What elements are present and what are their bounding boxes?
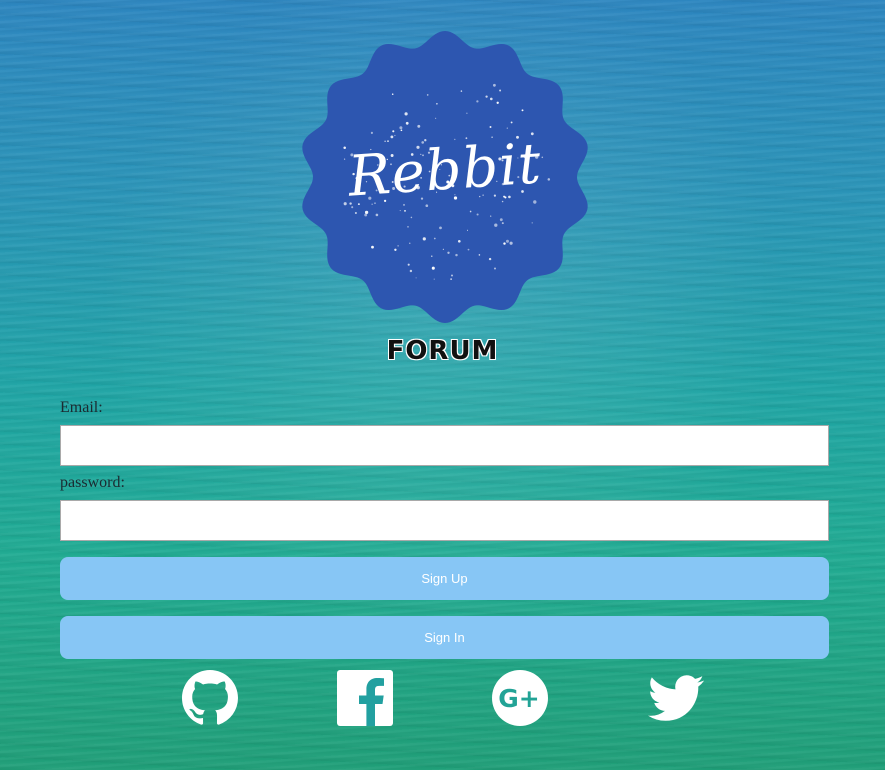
badge-speck: [392, 130, 395, 133]
badge-speck: [391, 93, 394, 95]
google-plus-icon[interactable]: G+: [492, 670, 548, 726]
badge-speck: [510, 121, 513, 124]
badge-speck: [478, 254, 481, 256]
badge-speck: [436, 103, 438, 105]
badge-speck: [407, 226, 409, 228]
badge-speck: [494, 223, 498, 227]
badge-speck: [407, 263, 410, 266]
badge-speck: [466, 229, 469, 231]
forum-subtitle: FORUM: [386, 336, 499, 366]
badge-speck: [409, 242, 411, 244]
badge-speck: [489, 97, 493, 101]
badge-speck: [485, 95, 488, 98]
badge-speck: [370, 131, 373, 134]
badge-speck: [425, 204, 429, 208]
badge-speck: [466, 112, 468, 114]
sign-up-button[interactable]: Sign Up: [60, 557, 829, 600]
sign-in-button[interactable]: Sign In: [60, 616, 829, 659]
badge-speck: [501, 200, 504, 203]
svg-text:G+: G+: [498, 684, 539, 713]
rebbit-logo: Rebbit: [298, 30, 592, 324]
badge-speck: [433, 278, 435, 280]
badge-speck: [375, 213, 379, 217]
badge-speck: [415, 277, 417, 279]
badge-speck: [531, 222, 533, 224]
password-label: password:: [60, 474, 125, 491]
badge-speck: [404, 210, 406, 212]
badge-speck: [492, 83, 496, 87]
badge-speck: [509, 241, 513, 245]
badge-speck: [435, 117, 437, 119]
badge-speck: [489, 126, 492, 128]
password-field[interactable]: [60, 500, 829, 541]
badge-speck: [450, 278, 452, 280]
badge-speck: [409, 269, 413, 273]
badge-speck: [447, 251, 450, 254]
badge-speck: [496, 101, 499, 104]
badge-speck: [476, 213, 479, 216]
badge-speck: [455, 253, 458, 257]
badge-speck: [499, 89, 502, 92]
badge-speck: [390, 135, 394, 139]
badge-speck: [364, 213, 368, 217]
badge-speck: [431, 255, 433, 257]
badge-speck: [354, 211, 357, 215]
badge-speck: [493, 267, 497, 270]
badge-speck: [521, 109, 524, 112]
badge-speck: [371, 245, 374, 249]
badge-speck: [469, 210, 472, 213]
badge-speck: [439, 226, 442, 230]
badge-speck: [533, 200, 537, 204]
badge-speck: [460, 90, 463, 92]
badge-speck: [505, 239, 510, 243]
badge-speck: [433, 237, 436, 240]
badge-speck: [417, 124, 421, 128]
email-label: Email:: [60, 399, 103, 416]
badge-speck: [394, 134, 396, 137]
badge-speck: [442, 248, 445, 250]
badge-speck: [490, 215, 492, 217]
facebook-icon[interactable]: [337, 670, 393, 726]
badge-speck: [426, 94, 429, 96]
badge-speck: [467, 248, 470, 251]
badge-speck: [397, 245, 399, 247]
badge-speck: [404, 112, 408, 116]
badge-speck: [488, 257, 492, 261]
badge-speck: [422, 237, 426, 241]
badge-speck: [410, 216, 413, 219]
badge-speck: [399, 210, 401, 212]
badge-speck: [394, 248, 397, 251]
badge-speck: [399, 126, 403, 130]
badge-speck: [503, 242, 506, 245]
badge-speck: [405, 121, 409, 125]
badge-speck: [364, 210, 369, 215]
badge-speck: [506, 127, 508, 129]
github-icon[interactable]: [182, 670, 238, 726]
badge-speck: [499, 218, 503, 222]
badge-speck: [431, 266, 435, 270]
twitter-icon[interactable]: [648, 670, 704, 726]
email-field[interactable]: [60, 425, 829, 466]
badge-speck: [450, 274, 454, 277]
badge-speck: [476, 100, 479, 103]
badge-speck: [400, 129, 403, 132]
badge-speck: [457, 239, 461, 243]
badge-speck: [501, 222, 504, 225]
